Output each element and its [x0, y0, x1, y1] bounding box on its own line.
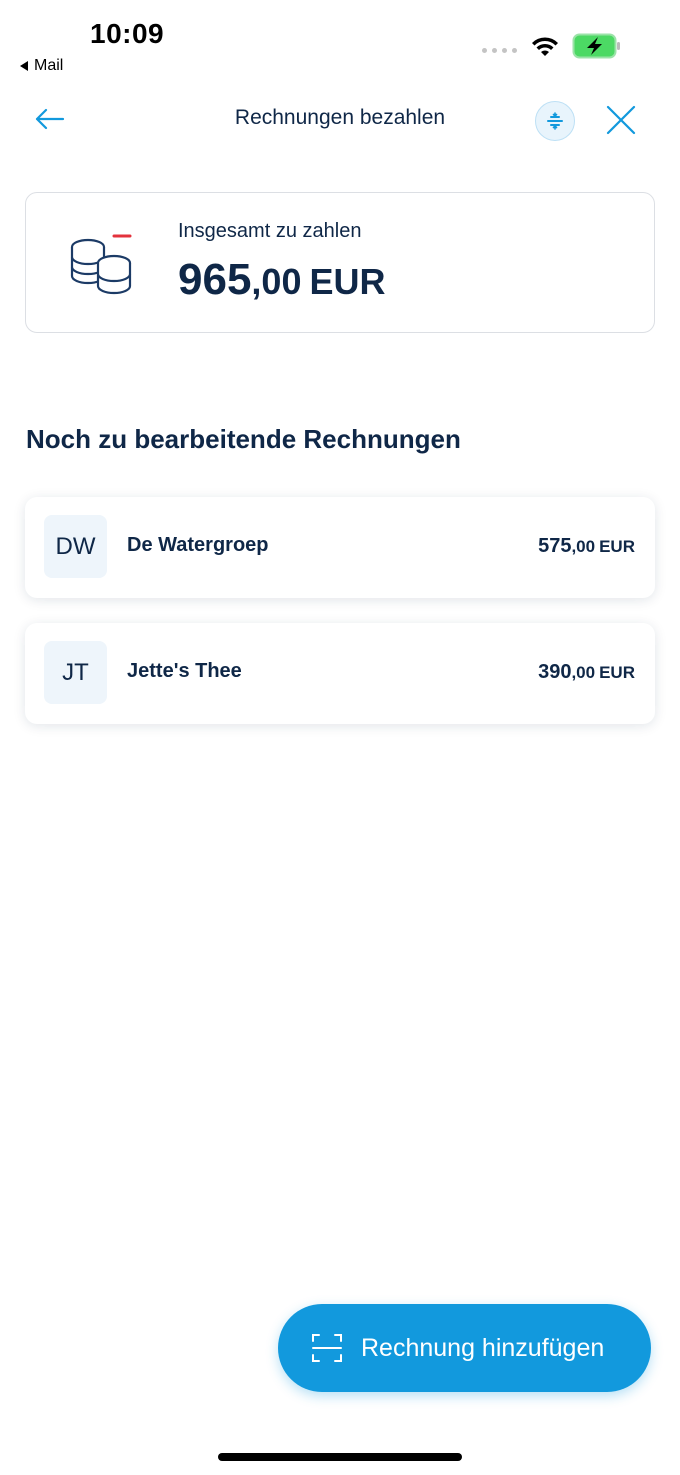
bill-amount-integer: 390 [538, 661, 572, 683]
battery-charging-icon [572, 33, 620, 59]
bill-amount: 575,00 EUR [538, 535, 635, 558]
add-bill-label: Rechnung hinzufügen [361, 1334, 605, 1362]
bill-currency: EUR [599, 663, 635, 682]
bill-row[interactable]: DW De Watergroep 575,00 EUR [25, 497, 655, 598]
total-currency: EUR [309, 261, 386, 302]
bill-amount-decimal: ,00 [571, 663, 596, 682]
filter-button[interactable] [535, 101, 575, 141]
total-card: Insgesamt zu zahlen 965,00 EUR [25, 192, 655, 333]
bill-amount-decimal: ,00 [571, 537, 596, 556]
cellular-signal-icon [482, 48, 517, 53]
section-title: Noch zu bearbeitende Rechnungen [26, 424, 461, 454]
close-icon[interactable] [604, 103, 638, 137]
bill-currency: EUR [599, 537, 635, 556]
bill-payee: De Watergroep [127, 534, 269, 556]
coins-minus-icon [70, 234, 132, 295]
back-triangle-icon [20, 61, 28, 71]
bill-avatar: DW [44, 515, 107, 578]
scan-icon [312, 1334, 342, 1362]
back-to-app-link[interactable]: Mail [20, 57, 63, 75]
wifi-icon [532, 37, 558, 56]
screen: 10:09 Mail Rechnungen bezahlen Insgesamt… [0, 0, 680, 1475]
total-amount-integer: 965 [178, 255, 252, 304]
bill-avatar: JT [44, 641, 107, 704]
status-time: 10:09 [90, 18, 165, 49]
home-indicator [218, 1453, 462, 1461]
bill-amount-integer: 575 [538, 535, 572, 557]
bill-row[interactable]: JT Jette's Thee 390,00 EUR [25, 623, 655, 724]
filter-icon [547, 112, 563, 130]
bill-amount: 390,00 EUR [538, 661, 635, 684]
page-title: Rechnungen bezahlen [234, 106, 446, 129]
total-amount-decimal: ,00 [251, 261, 302, 302]
total-amount: 965,00 EUR [178, 255, 385, 305]
total-label: Insgesamt zu zahlen [178, 220, 362, 242]
bill-payee: Jette's Thee [127, 660, 242, 682]
add-bill-button[interactable]: Rechnung hinzufügen [278, 1304, 651, 1392]
back-app-label: Mail [34, 57, 64, 74]
